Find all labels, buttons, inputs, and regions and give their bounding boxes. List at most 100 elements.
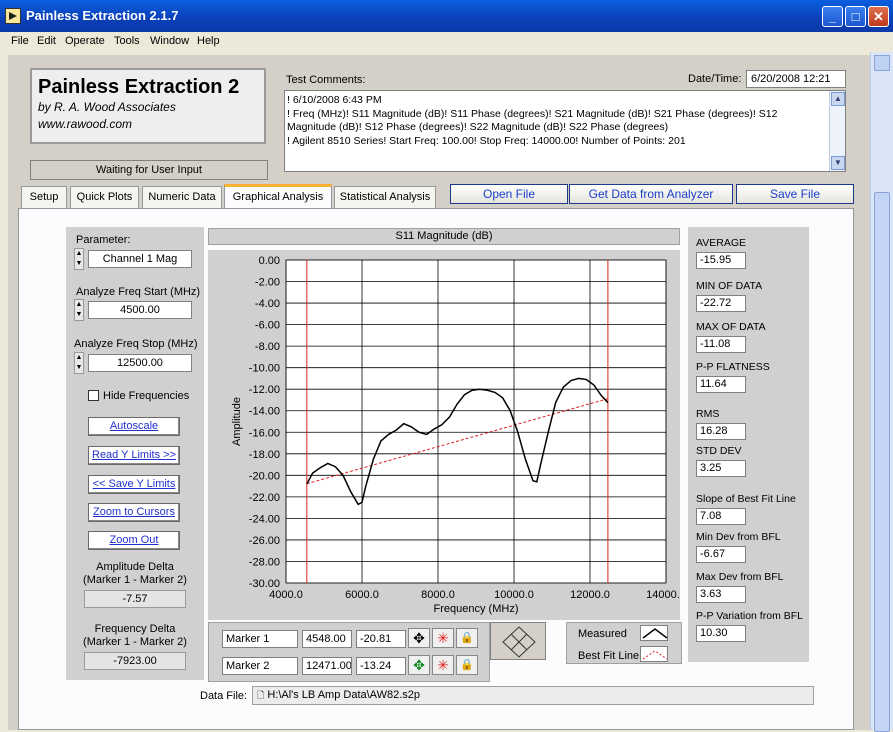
datetime-field[interactable]: 6/20/2008 12:21: [746, 70, 846, 88]
x-tick-label: 4000.0: [269, 589, 303, 601]
stat-flatness-label: P-P FLATNESS: [696, 361, 770, 373]
amp-delta-sublabel: (Marker 1 - Marker 2): [83, 574, 187, 586]
stat-max-dev-value: 3.63: [696, 586, 746, 603]
x-tick-label: 8000.0: [421, 589, 455, 601]
stat-min-value: -22.72: [696, 295, 746, 312]
cursor-style-icon[interactable]: ✳: [432, 655, 454, 675]
menu-file[interactable]: File: [11, 35, 29, 47]
x-axis-label: Frequency (MHz): [434, 603, 519, 615]
legend-measured-swatch: [640, 625, 668, 641]
brand-box: Painless Extraction 2 by R. A. Wood Asso…: [30, 68, 266, 144]
stop-spinner[interactable]: ▲ ▼: [74, 352, 84, 374]
status-indicator: Waiting for User Input: [30, 160, 268, 180]
y-tick-label: -12.00: [249, 384, 280, 396]
s11-chart[interactable]: 0.00 -2.00 -4.00 -6.00 -8.00 -10.00 -12.00 -14.…: [208, 250, 680, 620]
hide-frequencies-checkbox[interactable]: [88, 390, 99, 401]
stat-average-value: -15.95: [696, 252, 746, 269]
parameter-select[interactable]: Channel 1 Mag: [88, 250, 192, 268]
read-y-limits-button[interactable]: Read Y Limits >>: [88, 446, 180, 465]
comment-line: Magnitude (dB)! S12 Phase (degrees)! S22…: [287, 121, 669, 133]
lock-icon[interactable]: 🔒: [456, 628, 478, 648]
file-icon: 🗋: [257, 690, 265, 700]
stat-rms-value: 16.28: [696, 423, 746, 440]
y-tick-label: -16.00: [249, 427, 280, 439]
legend-measured-label: Measured: [578, 628, 627, 640]
y-tick-label: -24.00: [249, 513, 280, 525]
scroll-up-icon[interactable]: ▲: [831, 92, 845, 106]
marker1-name: Marker 1: [222, 630, 298, 648]
menu-bar: File Edit Operate Tools Window Help: [0, 32, 893, 52]
marker1-amp[interactable]: -20.81: [356, 630, 406, 648]
marker1-freq[interactable]: 4548.00: [302, 630, 352, 648]
zoom-to-cursors-button[interactable]: Zoom to Cursors: [88, 503, 180, 522]
maximize-button[interactable]: □: [845, 6, 866, 27]
marker2-amp[interactable]: -13.24: [356, 657, 406, 675]
legend-bfl-label: Best Fit Line: [578, 650, 640, 662]
close-button[interactable]: ✕: [868, 6, 889, 27]
cursor-style-icon[interactable]: ✳: [432, 628, 454, 648]
stat-max-dev-label: Max Dev from BFL: [696, 571, 784, 583]
save-y-limits-button[interactable]: << Save Y Limits: [88, 475, 180, 494]
stat-stddev-value: 3.25: [696, 460, 746, 477]
x-tick-label: 6000.0: [345, 589, 379, 601]
tab-setup[interactable]: Setup: [21, 186, 67, 209]
menu-window[interactable]: Window: [150, 35, 189, 47]
scroll-thumb[interactable]: [874, 192, 890, 732]
start-label: Analyze Freq Start (MHz): [76, 286, 201, 298]
y-tick-label: -6.00: [255, 320, 280, 332]
get-data-button[interactable]: Get Data from Analyzer: [569, 184, 733, 204]
menu-tools[interactable]: Tools: [114, 35, 140, 47]
y-axis-label: Amplitude: [231, 397, 243, 446]
y-tick-label: -20.00: [249, 470, 280, 482]
stat-slope-value: 7.08: [696, 508, 746, 525]
move-cursor-icon[interactable]: ✥: [408, 628, 430, 648]
marker2-name: Marker 2: [222, 657, 298, 675]
move-cursor-icon[interactable]: ✥: [408, 655, 430, 675]
brand-by: by R. A. Wood Associates: [38, 100, 176, 114]
tab-numeric-data[interactable]: Numeric Data: [142, 186, 222, 209]
menu-operate[interactable]: Operate: [65, 35, 105, 47]
y-tick-label: -2.00: [255, 277, 280, 289]
menu-edit[interactable]: Edit: [37, 35, 56, 47]
minimize-button[interactable]: _: [822, 6, 843, 27]
graph-title: S11 Magnitude (dB): [208, 228, 680, 245]
stat-average-label: AVERAGE: [696, 237, 746, 249]
y-tick-label: 0.00: [259, 255, 280, 267]
x-tick-label: 14000.0: [646, 589, 680, 601]
start-freq-input[interactable]: 4500.00: [88, 301, 192, 319]
pan-tool[interactable]: [490, 622, 546, 660]
title-bar: Painless Extraction 2.1.7 _ □ ✕: [0, 0, 893, 32]
lock-icon[interactable]: 🔒: [456, 655, 478, 675]
comments-label: Test Comments:: [286, 74, 366, 86]
open-file-button[interactable]: Open File: [450, 184, 568, 204]
tab-statistical-analysis[interactable]: Statistical Analysis: [334, 186, 436, 209]
y-tick-label: -26.00: [249, 535, 280, 547]
stat-max-label: MAX OF DATA: [696, 321, 766, 333]
brand-url: www.rawood.com: [38, 117, 133, 131]
scroll-up-button[interactable]: [874, 55, 890, 71]
stat-min-label: MIN OF DATA: [696, 280, 763, 292]
comments-textarea[interactable]: ! 6/10/2008 6:43 PM ! Freq (MHz)! S11 Ma…: [284, 90, 846, 172]
zoom-out-button[interactable]: Zoom Out: [88, 531, 180, 550]
marker2-freq[interactable]: 12471.00: [302, 657, 352, 675]
stop-freq-input[interactable]: 12500.00: [88, 354, 192, 372]
datetime-label: Date/Time:: [688, 73, 742, 85]
tab-quick-plots[interactable]: Quick Plots: [70, 186, 139, 209]
parameter-spinner[interactable]: ▲ ▼: [74, 248, 84, 270]
hide-frequencies-label: Hide Frequencies: [103, 390, 190, 402]
menu-help[interactable]: Help: [197, 35, 220, 47]
y-tick-label: -22.00: [249, 492, 280, 504]
start-spinner[interactable]: ▲ ▼: [74, 299, 84, 321]
datafile-path-field[interactable]: 🗋 H:\Al's LB Amp Data\AW82.s2p: [252, 686, 814, 705]
tab-graphical-analysis[interactable]: Graphical Analysis: [224, 184, 332, 209]
autoscale-button[interactable]: Autoscale: [88, 417, 180, 436]
x-tick-label: 12000.0: [570, 589, 610, 601]
legend-bfl-swatch: [640, 646, 668, 662]
window-scrollbar[interactable]: [870, 52, 893, 732]
save-file-button[interactable]: Save File: [736, 184, 854, 204]
stat-min-dev-label: Min Dev from BFL: [696, 531, 781, 543]
scroll-down-icon[interactable]: ▼: [831, 156, 845, 170]
brand-title: Painless Extraction 2: [38, 76, 240, 98]
stat-max-value: -11.08: [696, 336, 746, 353]
comments-scrollbar[interactable]: ▲ ▼: [829, 91, 845, 171]
